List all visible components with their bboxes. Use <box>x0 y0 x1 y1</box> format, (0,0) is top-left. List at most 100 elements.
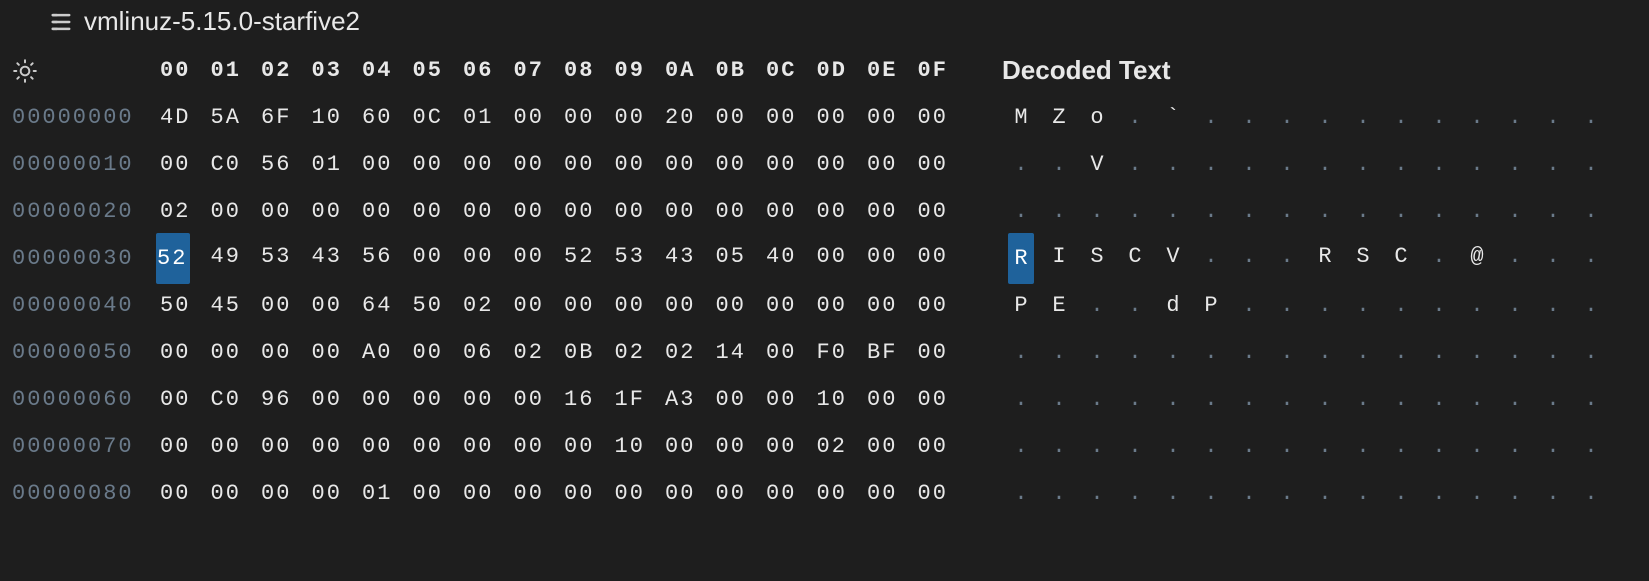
hex-byte[interactable]: 49 <box>211 233 262 284</box>
hex-byte[interactable]: 00 <box>867 141 918 188</box>
hex-byte[interactable]: 00 <box>160 376 211 423</box>
decoded-char[interactable]: . <box>1078 470 1116 517</box>
decoded-char[interactable]: . <box>1534 141 1572 188</box>
hex-byte[interactable]: 00 <box>211 423 262 470</box>
decoded-char[interactable]: . <box>1078 188 1116 235</box>
decoded-text[interactable]: PE..dP.......... <box>1002 282 1610 329</box>
hex-byte[interactable]: 00 <box>312 376 363 423</box>
decoded-char[interactable]: . <box>1306 141 1344 188</box>
hex-byte[interactable]: 00 <box>261 423 312 470</box>
hex-byte[interactable]: 10 <box>615 423 666 470</box>
decoded-char[interactable]: R <box>1306 233 1344 284</box>
hex-byte[interactable]: 00 <box>514 470 565 517</box>
decoded-char[interactable]: . <box>1040 376 1078 423</box>
decoded-char[interactable]: . <box>1420 376 1458 423</box>
hex-byte[interactable]: 00 <box>413 423 464 470</box>
hex-row[interactable]: 0000002002000000000000000000000000000000… <box>12 188 1637 235</box>
hex-byte[interactable]: 00 <box>564 470 615 517</box>
decoded-char[interactable]: . <box>1306 282 1344 329</box>
hex-byte[interactable]: 00 <box>413 470 464 517</box>
decoded-char[interactable]: . <box>1230 423 1268 470</box>
decoded-char[interactable]: . <box>1534 329 1572 376</box>
hex-byte[interactable]: 00 <box>766 329 817 376</box>
decoded-char[interactable]: . <box>1382 329 1420 376</box>
hex-byte[interactable]: 00 <box>918 282 969 329</box>
decoded-char[interactable]: . <box>1268 94 1306 141</box>
hex-byte[interactable]: C0 <box>211 376 262 423</box>
decoded-char[interactable]: . <box>1382 94 1420 141</box>
decoded-char[interactable]: . <box>1344 282 1382 329</box>
decoded-char[interactable]: . <box>1078 376 1116 423</box>
decoded-char[interactable]: . <box>1306 329 1344 376</box>
hex-byte[interactable]: 06 <box>463 329 514 376</box>
decoded-char[interactable]: . <box>1420 233 1458 284</box>
decoded-char[interactable]: . <box>1496 188 1534 235</box>
decoded-char[interactable]: . <box>1040 329 1078 376</box>
hex-byte[interactable]: C0 <box>211 141 262 188</box>
hex-byte[interactable]: 00 <box>615 188 666 235</box>
decoded-char[interactable]: . <box>1116 282 1154 329</box>
hex-byte[interactable]: 00 <box>918 188 969 235</box>
hex-byte[interactable]: 00 <box>817 470 868 517</box>
hex-byte[interactable]: 00 <box>463 376 514 423</box>
decoded-char[interactable]: . <box>1192 141 1230 188</box>
decoded-char[interactable]: . <box>1154 141 1192 188</box>
hex-byte[interactable]: 00 <box>766 94 817 141</box>
decoded-char[interactable]: . <box>1116 423 1154 470</box>
hex-bytes[interactable]: 4D5A6F10600C01000000200000000000 <box>160 94 968 141</box>
decoded-char[interactable]: . <box>1496 282 1534 329</box>
hex-byte[interactable]: 00 <box>413 233 464 284</box>
decoded-char[interactable]: . <box>1572 423 1610 470</box>
hex-byte[interactable]: 00 <box>716 188 767 235</box>
decoded-char[interactable]: . <box>1192 233 1230 284</box>
hex-byte[interactable]: 43 <box>312 233 363 284</box>
hex-byte[interactable]: 00 <box>514 233 565 284</box>
decoded-char[interactable]: M <box>1002 94 1040 141</box>
hex-byte[interactable]: 00 <box>312 188 363 235</box>
decoded-char[interactable]: . <box>1306 94 1344 141</box>
hex-byte[interactable]: 00 <box>564 188 615 235</box>
hex-row[interactable]: 000000004D5A6F10600C01000000200000000000… <box>12 94 1637 141</box>
decoded-char[interactable]: . <box>1458 188 1496 235</box>
decoded-char[interactable]: . <box>1382 470 1420 517</box>
hex-byte[interactable]: 00 <box>160 470 211 517</box>
hex-byte[interactable]: 00 <box>665 470 716 517</box>
hex-byte[interactable]: 00 <box>665 141 716 188</box>
decoded-char[interactable]: . <box>1572 470 1610 517</box>
hex-byte[interactable]: 00 <box>413 188 464 235</box>
decoded-char[interactable]: . <box>1420 329 1458 376</box>
decoded-char[interactable]: . <box>1344 423 1382 470</box>
hex-byte[interactable]: 00 <box>766 376 817 423</box>
decoded-char[interactable]: . <box>1002 423 1040 470</box>
decoded-char[interactable]: . <box>1344 188 1382 235</box>
hex-byte[interactable]: 52 <box>564 233 615 284</box>
hex-byte[interactable]: 40 <box>766 233 817 284</box>
hex-byte[interactable]: 00 <box>463 233 514 284</box>
hex-byte[interactable]: 00 <box>766 141 817 188</box>
hex-byte[interactable]: BF <box>867 329 918 376</box>
hex-byte[interactable]: 02 <box>514 329 565 376</box>
hex-byte[interactable]: 02 <box>615 329 666 376</box>
decoded-char[interactable]: . <box>1382 188 1420 235</box>
hex-byte[interactable]: 00 <box>716 376 767 423</box>
hex-bytes[interactable]: 52495343560000005253430540000000 <box>160 233 968 284</box>
hex-byte[interactable]: 01 <box>312 141 363 188</box>
decoded-char[interactable]: . <box>1306 470 1344 517</box>
decoded-char[interactable]: . <box>1306 188 1344 235</box>
decoded-char[interactable]: . <box>1268 282 1306 329</box>
decoded-char[interactable]: . <box>1344 376 1382 423</box>
decoded-char[interactable]: . <box>1268 376 1306 423</box>
hex-row[interactable]: 0000005000000000A00006020B02021400F0BF00… <box>12 329 1637 376</box>
decoded-char[interactable]: . <box>1230 376 1268 423</box>
decoded-text[interactable]: ................ <box>1002 188 1610 235</box>
decoded-char[interactable]: . <box>1572 141 1610 188</box>
hex-byte[interactable]: 00 <box>918 329 969 376</box>
decoded-char[interactable]: . <box>1458 282 1496 329</box>
hex-row[interactable]: 0000001000C05601000000000000000000000000… <box>12 141 1637 188</box>
hex-byte[interactable]: 14 <box>716 329 767 376</box>
hex-byte[interactable]: 00 <box>514 141 565 188</box>
decoded-char[interactable]: . <box>1116 141 1154 188</box>
hex-byte[interactable]: 00 <box>817 141 868 188</box>
decoded-char[interactable]: S <box>1078 233 1116 284</box>
hex-byte[interactable]: 00 <box>817 233 868 284</box>
